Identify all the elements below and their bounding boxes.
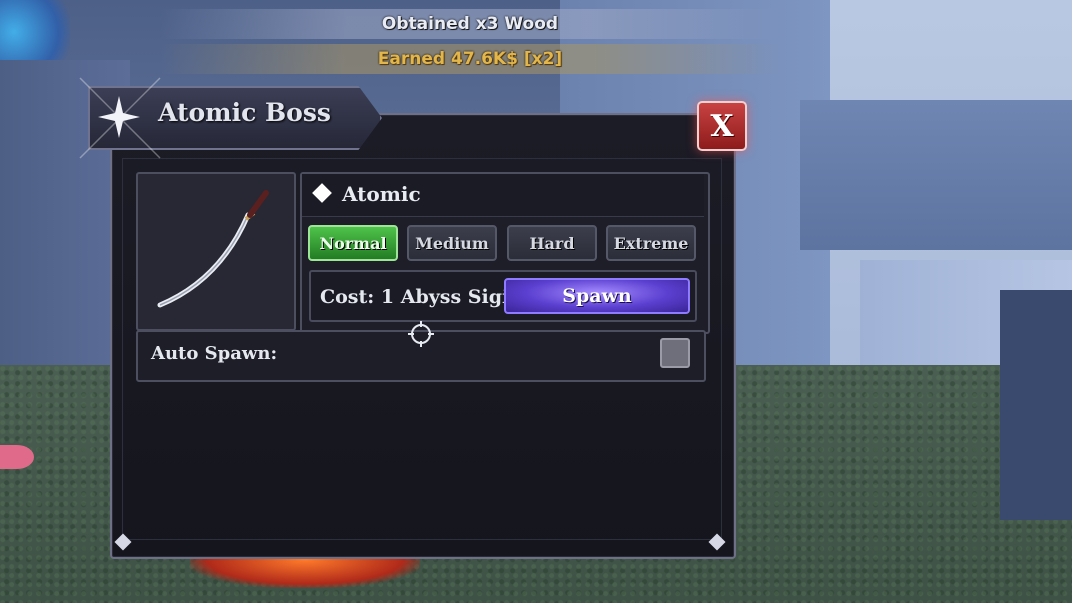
star-icon [98,96,140,138]
panel-title: Atomic Boss [158,98,332,127]
close-button[interactable]: X [697,101,747,151]
pink-object [0,445,34,469]
stone-ledge [800,100,1072,250]
dark-block [1000,290,1072,520]
difficulty-normal-button[interactable]: Normal [308,225,398,261]
obtained-notification: Obtained x3 Wood [160,9,780,39]
spawn-button[interactable]: Spawn [504,278,690,314]
difficulty-hard-button[interactable]: Hard [507,225,597,261]
crosshair-icon [408,321,434,347]
boss-name: Atomic [342,182,421,206]
earned-notification: Earned 47.6K$ [x2] [160,44,780,74]
katana-icon [157,190,269,308]
difficulty-medium-button[interactable]: Medium [407,225,497,261]
cost-label: Cost: 1 Abyss Sigil [320,286,517,308]
auto-spawn-label: Auto Spawn: [151,343,278,364]
difficulty-extreme-button[interactable]: Extreme [606,225,696,261]
auto-spawn-checkbox[interactable] [660,338,690,368]
